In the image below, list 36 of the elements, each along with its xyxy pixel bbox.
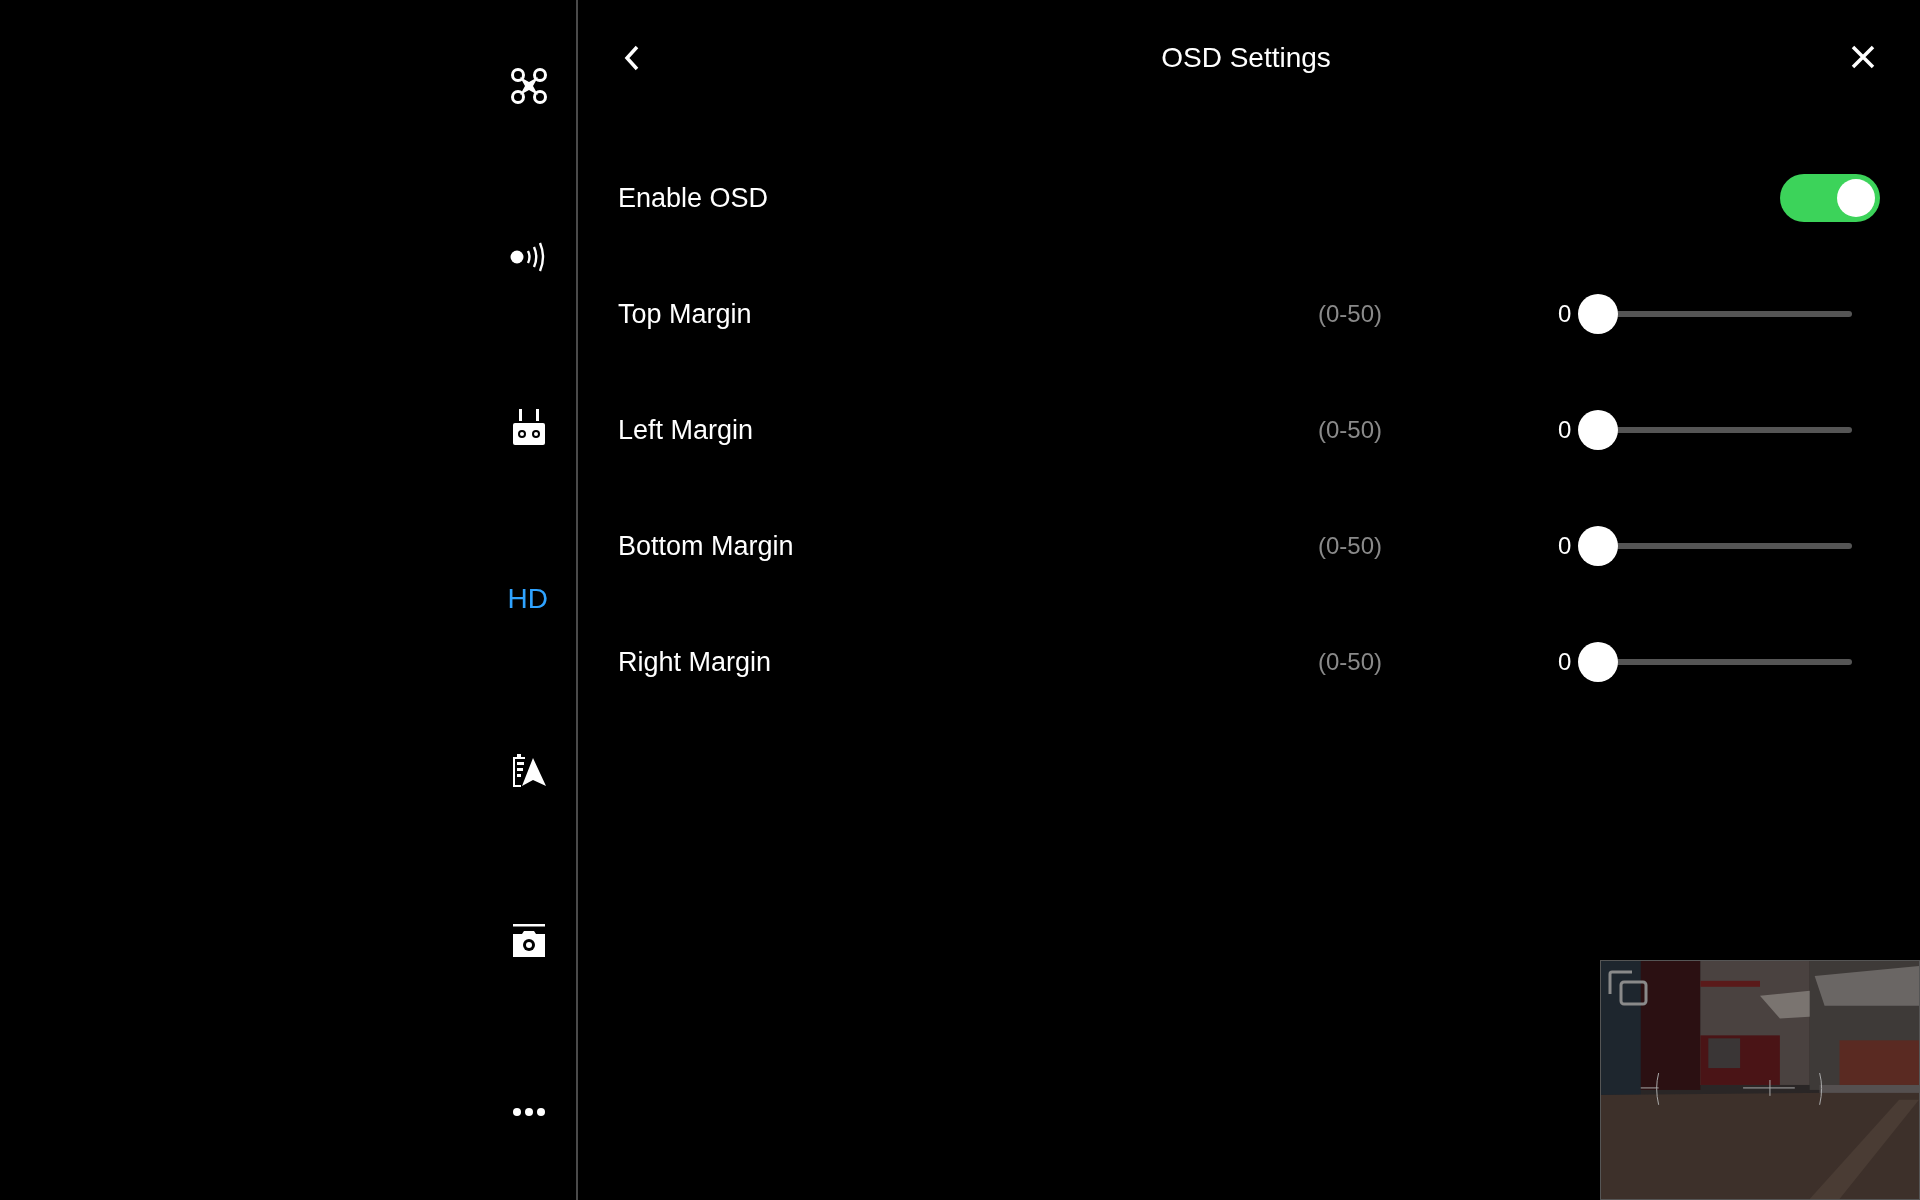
setting-label: Left Margin bbox=[618, 414, 755, 446]
slider-value: 0 bbox=[1558, 416, 1573, 444]
range-hint: (0-50) bbox=[1318, 300, 1384, 328]
slider-thumb[interactable] bbox=[1578, 294, 1618, 334]
slider-value: 0 bbox=[1558, 532, 1573, 560]
hd-tab[interactable]: HD bbox=[507, 582, 548, 615]
battery-navigation-icon bbox=[511, 752, 547, 787]
camera-tab[interactable] bbox=[510, 923, 548, 958]
slider-value: 0 bbox=[1558, 300, 1573, 328]
camera-icon bbox=[512, 923, 546, 958]
remote-tab[interactable] bbox=[510, 408, 548, 447]
slider[interactable] bbox=[1578, 294, 1852, 334]
slider-thumb[interactable] bbox=[1578, 526, 1618, 566]
drone-icon bbox=[510, 66, 548, 105]
slider[interactable] bbox=[1578, 642, 1852, 682]
battery-nav-tab[interactable] bbox=[510, 752, 548, 787]
setting-label: Bottom Margin bbox=[618, 530, 795, 562]
slider[interactable] bbox=[1578, 410, 1852, 450]
slider[interactable] bbox=[1578, 526, 1852, 566]
toggle-switch[interactable] bbox=[1780, 174, 1880, 222]
more-tab[interactable] bbox=[510, 1106, 548, 1117]
slider-thumb[interactable] bbox=[1578, 410, 1618, 450]
range-hint: (0-50) bbox=[1318, 416, 1384, 444]
setting-label: Right Margin bbox=[618, 646, 773, 678]
slider-thumb[interactable] bbox=[1578, 642, 1618, 682]
drone-tab[interactable] bbox=[510, 66, 548, 105]
remote-controller-icon bbox=[512, 408, 546, 447]
setting-label: Top Margin bbox=[618, 298, 753, 330]
range-hint: (0-50) bbox=[1318, 648, 1384, 676]
range-hint: (0-50) bbox=[1318, 532, 1384, 560]
more-icon bbox=[512, 1106, 546, 1117]
close-icon bbox=[1850, 44, 1876, 70]
setting-label: Enable OSD bbox=[618, 182, 770, 214]
page-title: OSD Settings bbox=[1161, 42, 1331, 74]
picture-in-picture-icon[interactable] bbox=[1608, 970, 1648, 1006]
slider-value: 0 bbox=[1558, 648, 1573, 676]
